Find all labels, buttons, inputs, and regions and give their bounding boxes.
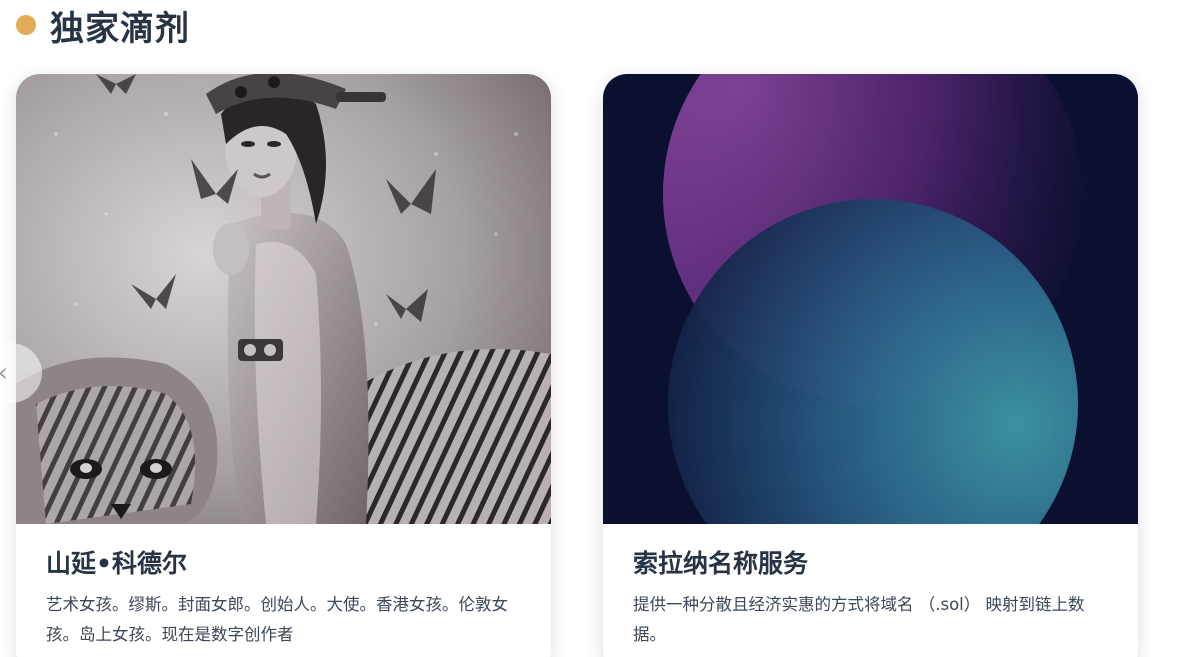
pencil-drawing-image bbox=[16, 74, 551, 524]
drop-card-body: 山延•科德尔 艺术女孩。缪斯。封面女郎。创始人。大使。香港女孩。伦敦女孩。岛上女… bbox=[16, 524, 551, 650]
drop-card-title[interactable]: 索拉纳名称服务 bbox=[633, 548, 1110, 580]
section-dot-icon bbox=[16, 15, 36, 35]
gradient-spheres-image bbox=[603, 74, 1138, 524]
drop-card-title[interactable]: 山延•科德尔 bbox=[46, 548, 523, 580]
exclusive-drops-page: 独家滴剂 山延•科德尔 艺术女孩。缪斯。封面女郎。创始人。大使。香港女孩。伦敦女… bbox=[0, 0, 1178, 657]
chevron-left-icon: ‹ bbox=[0, 358, 8, 388]
drop-card-description: 提供一种分散且经济实惠的方式将域名 （.sol） 映射到链上数据。 bbox=[633, 595, 1085, 644]
section-title: 独家滴剂 bbox=[50, 8, 190, 49]
drop-card-description: 艺术女孩。缪斯。封面女郎。创始人。大使。香港女孩。伦敦女孩。岛上女孩。现在是数字… bbox=[46, 595, 508, 644]
section-header: 独家滴剂 bbox=[14, 0, 190, 50]
drop-card-1[interactable]: 山延•科德尔 艺术女孩。缪斯。封面女郎。创始人。大使。香港女孩。伦敦女孩。岛上女… bbox=[16, 74, 551, 657]
drop-card-2[interactable]: 索拉纳名称服务 提供一种分散且经济实惠的方式将域名 （.sol） 映射到链上数据… bbox=[603, 74, 1138, 657]
drop-card-image[interactable] bbox=[16, 74, 551, 524]
drop-card-image[interactable] bbox=[603, 74, 1138, 524]
drop-card-body: 索拉纳名称服务 提供一种分散且经济实惠的方式将域名 （.sol） 映射到链上数据… bbox=[603, 524, 1138, 650]
